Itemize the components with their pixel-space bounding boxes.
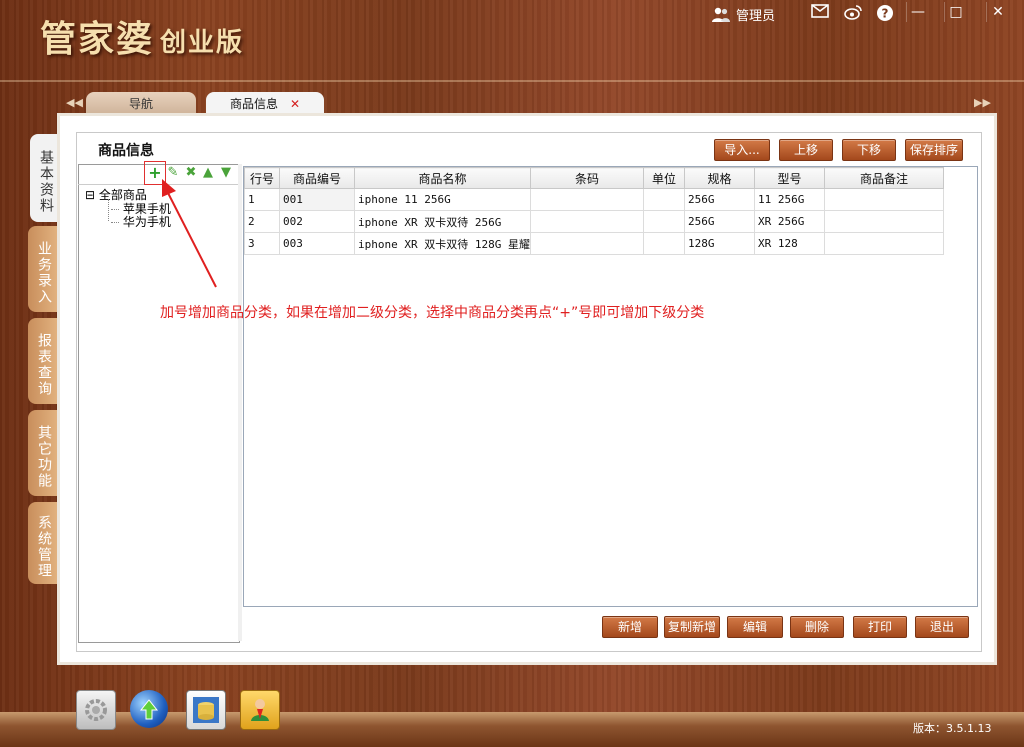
import-button[interactable]: 导入...	[714, 139, 770, 161]
save-sort-button[interactable]: 保存排序	[905, 139, 963, 161]
column-header[interactable]: 单位	[643, 167, 685, 189]
column-header[interactable]: 商品编号	[279, 167, 355, 189]
cell-row-number: 2	[244, 210, 280, 233]
side-tab-other-functions[interactable]: 其它功能	[28, 410, 60, 496]
database-icon[interactable]	[186, 690, 226, 730]
mail-icon[interactable]	[810, 4, 830, 22]
user-icon	[712, 7, 730, 22]
tab-product-info-label: 商品信息	[229, 97, 278, 111]
cell-row-number: 3	[244, 232, 280, 255]
weibo-icon[interactable]	[843, 4, 863, 22]
side-tab-reports[interactable]: 报表查询	[28, 318, 60, 404]
cell-remark	[824, 232, 944, 255]
cell-code: 001	[279, 188, 355, 211]
settings-icon[interactable]	[76, 690, 116, 730]
tab-product-info[interactable]: 商品信息 ✕	[206, 92, 324, 116]
annotation-text: 加号增加商品分类，如果在增加二级分类，选择中商品分类再点“+”号即可增加下级分类	[160, 305, 705, 321]
column-header[interactable]: 条码	[530, 167, 644, 189]
cell-spec: 128G	[684, 232, 755, 255]
cell-model: XR 256G	[754, 210, 825, 233]
version-label: 版本：3.5.1.13	[913, 722, 992, 735]
cell-barcode	[530, 232, 644, 255]
move-up-button[interactable]: 上移	[779, 139, 833, 161]
cell-name: iphone 11 256G	[354, 188, 531, 211]
print-button[interactable]: 打印	[853, 616, 907, 638]
page-title: 商品信息	[98, 143, 154, 159]
side-tab-system-management[interactable]: 系统管理	[28, 502, 60, 584]
panel-splitter[interactable]	[238, 164, 242, 641]
column-header[interactable]: 规格	[684, 167, 755, 189]
cell-model: 11 256G	[754, 188, 825, 211]
tab-close-icon[interactable]: ✕	[290, 97, 300, 111]
cell-remark	[824, 188, 944, 211]
header-divider	[0, 80, 1024, 82]
exit-button[interactable]: 退出	[915, 616, 969, 638]
tab-navigation[interactable]: 导航	[86, 92, 196, 116]
table-row[interactable]: 1 001 iphone 11 256G 256G 11 256G	[244, 188, 944, 211]
cell-unit	[643, 188, 685, 211]
table-row[interactable]: 2 002 iphone XR 双卡双待 256G 256G XR 256G	[244, 210, 944, 233]
tab-navigation-label: 导航	[128, 97, 153, 111]
cell-name: iphone XR 双卡双待 128G 星耀!	[354, 232, 531, 255]
column-header[interactable]: 行号	[244, 167, 280, 189]
cell-barcode	[530, 210, 644, 233]
tabs-scroll-left-icon[interactable]: ◀◀	[66, 96, 83, 109]
table-row[interactable]: 3 003 iphone XR 双卡双待 128G 星耀! 128G XR 12…	[244, 232, 944, 255]
cell-model: XR 128	[754, 232, 825, 255]
cell-unit	[643, 210, 685, 233]
edit-button[interactable]: 编辑	[727, 616, 783, 638]
annotation-arrow-icon	[162, 179, 217, 288]
brand-name: 管家婆	[40, 18, 155, 60]
delete-button[interactable]: 删除	[790, 616, 844, 638]
tree-connector	[108, 199, 110, 221]
svg-text:?: ?	[882, 7, 889, 21]
cell-spec: 256G	[684, 210, 755, 233]
cell-unit	[643, 232, 685, 255]
brand-edition: 创业版	[160, 28, 245, 58]
cell-code: 002	[279, 210, 355, 233]
cell-barcode	[530, 188, 644, 211]
cell-code: 003	[279, 232, 355, 255]
help-icon[interactable]: ?	[875, 4, 895, 22]
user-label: 管理员	[736, 9, 776, 24]
product-table: 行号 商品编号 商品名称 条码 单位 规格 型号 商品备注 1 001 ipho…	[244, 167, 944, 255]
minimize-button[interactable]: —	[906, 2, 929, 22]
cell-row-number: 1	[244, 188, 280, 211]
tabs-scroll-right-icon[interactable]: ▶▶	[974, 96, 991, 109]
move-down-button[interactable]: 下移	[842, 139, 896, 161]
side-tab-business-entry[interactable]: 业务录入	[28, 226, 60, 312]
tree-collapse-icon[interactable]: ⊟	[85, 188, 95, 202]
copy-add-button[interactable]: 复制新增	[664, 616, 720, 638]
user-manage-icon[interactable]	[240, 690, 280, 730]
column-header[interactable]: 型号	[754, 167, 825, 189]
cell-remark	[824, 210, 944, 233]
table-header-row: 行号 商品编号 商品名称 条码 单位 规格 型号 商品备注	[244, 167, 944, 189]
close-window-button[interactable]: ✕	[986, 2, 1009, 22]
side-tab-basic-data[interactable]: 基本资料	[30, 134, 62, 222]
globe-update-icon[interactable]	[130, 690, 168, 728]
app-logo: 管家婆 创业版	[40, 10, 244, 62]
column-header[interactable]: 商品名称	[354, 167, 531, 189]
cell-spec: 256G	[684, 188, 755, 211]
user-menu[interactable]: 管理员	[712, 5, 775, 24]
add-button[interactable]: 新增	[602, 616, 658, 638]
column-header[interactable]: 商品备注	[824, 167, 944, 189]
maximize-button[interactable]: □	[944, 2, 967, 22]
cell-name: iphone XR 双卡双待 256G	[354, 210, 531, 233]
